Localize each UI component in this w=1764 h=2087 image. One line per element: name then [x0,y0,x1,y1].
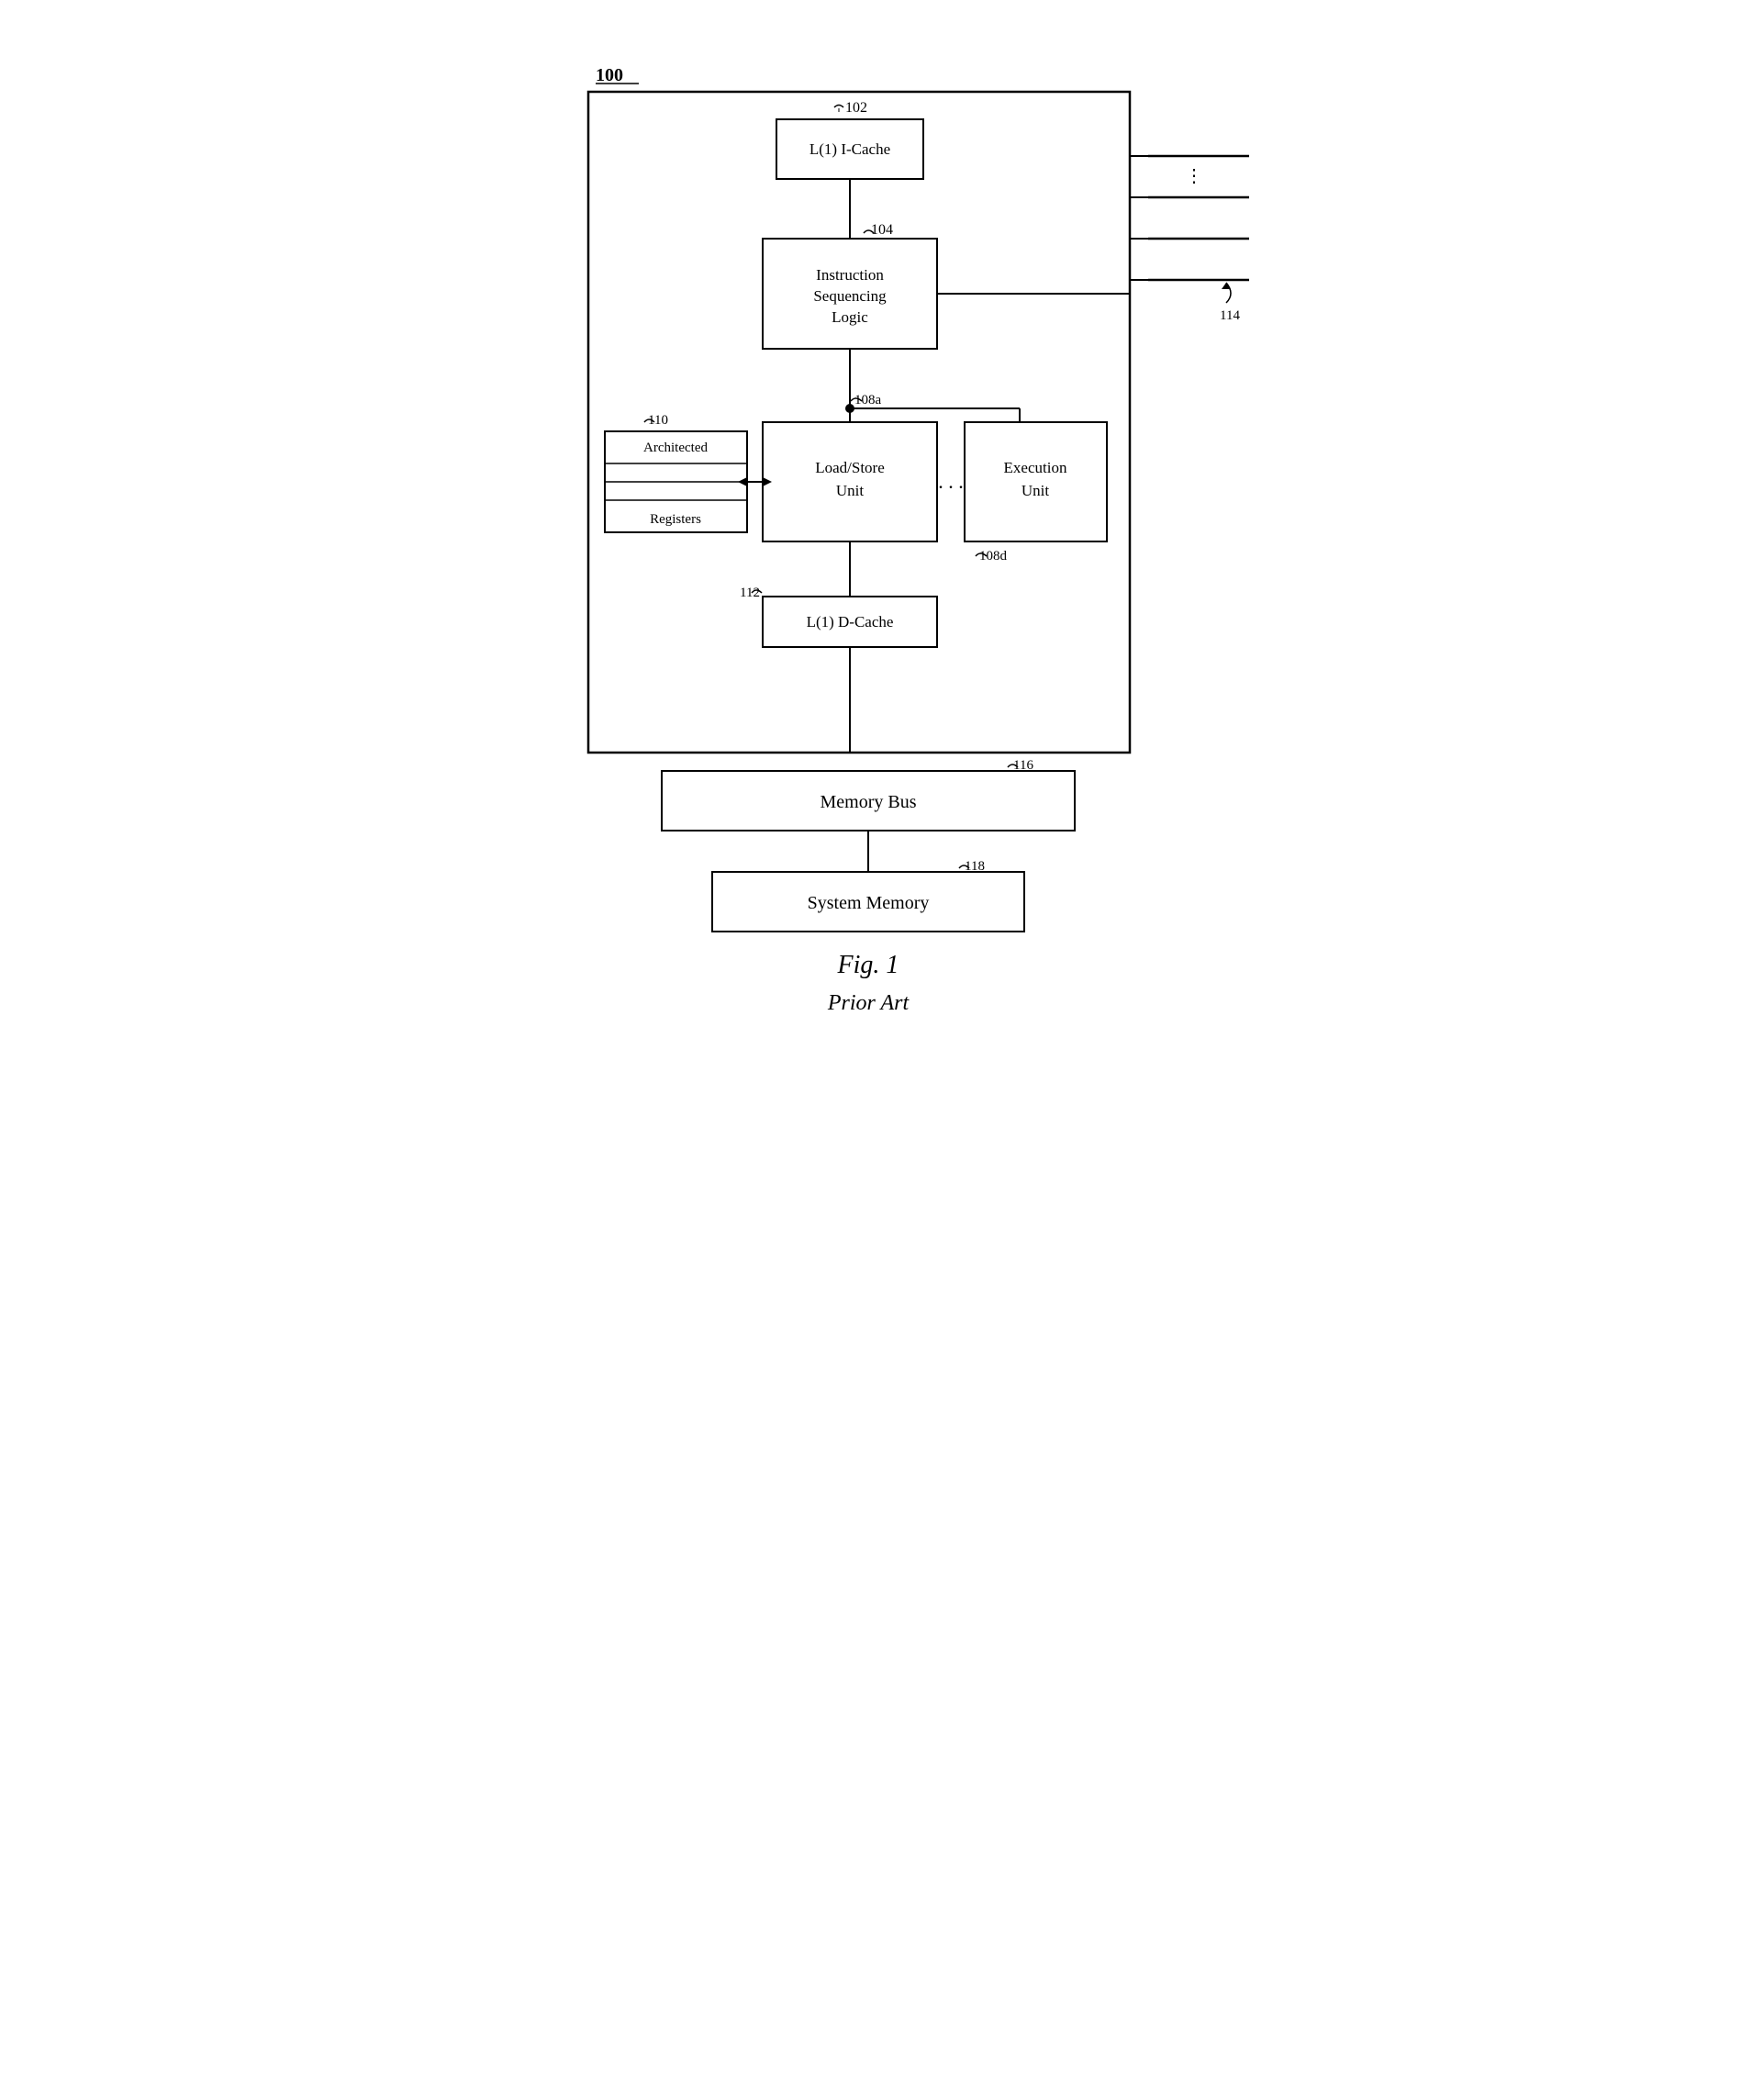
isl-label-1: Instruction [816,266,884,284]
main-box-label: 100 [596,65,623,85]
ref-108d: 108d [979,549,1008,564]
ref-108a: 108a [854,393,882,407]
reg-label-2: Registers [650,512,701,527]
caption-fig: Fig. 1 [837,951,899,979]
isl-ref: 104 [871,222,893,238]
membus-label: Memory Bus [821,792,917,812]
exec-label-2: Unit [1022,482,1050,499]
diagram-svg: 100 L(1) I-Cache 102 Instruction Sequenc… [542,46,1258,1010]
icache-label: L(1) I-Cache [809,140,890,158]
ls-label-1: Load/Store [815,459,885,476]
dots: . . . [938,470,964,493]
page-container: 100 L(1) I-Cache 102 Instruction Sequenc… [524,18,1240,1051]
right-dots: ⋮ [1185,166,1203,186]
reg-label-1: Architected [643,441,708,455]
ref-112: 112 [740,586,760,600]
icache-ref: 102 [845,100,867,116]
exec-label-1: Execution [1004,459,1067,476]
isl-label-2: Sequencing [813,287,887,305]
sysmem-label: System Memory [808,893,930,913]
dcache-label: L(1) D-Cache [807,613,894,631]
ls-label-2: Unit [836,482,865,499]
caption-prior: Prior Art [827,991,910,1010]
diagram-area: 100 L(1) I-Cache 102 Instruction Sequenc… [542,46,1222,1014]
ref-114: 114 [1220,308,1240,323]
isl-label-3: Logic [832,308,868,326]
arrow-114 [1222,283,1231,289]
